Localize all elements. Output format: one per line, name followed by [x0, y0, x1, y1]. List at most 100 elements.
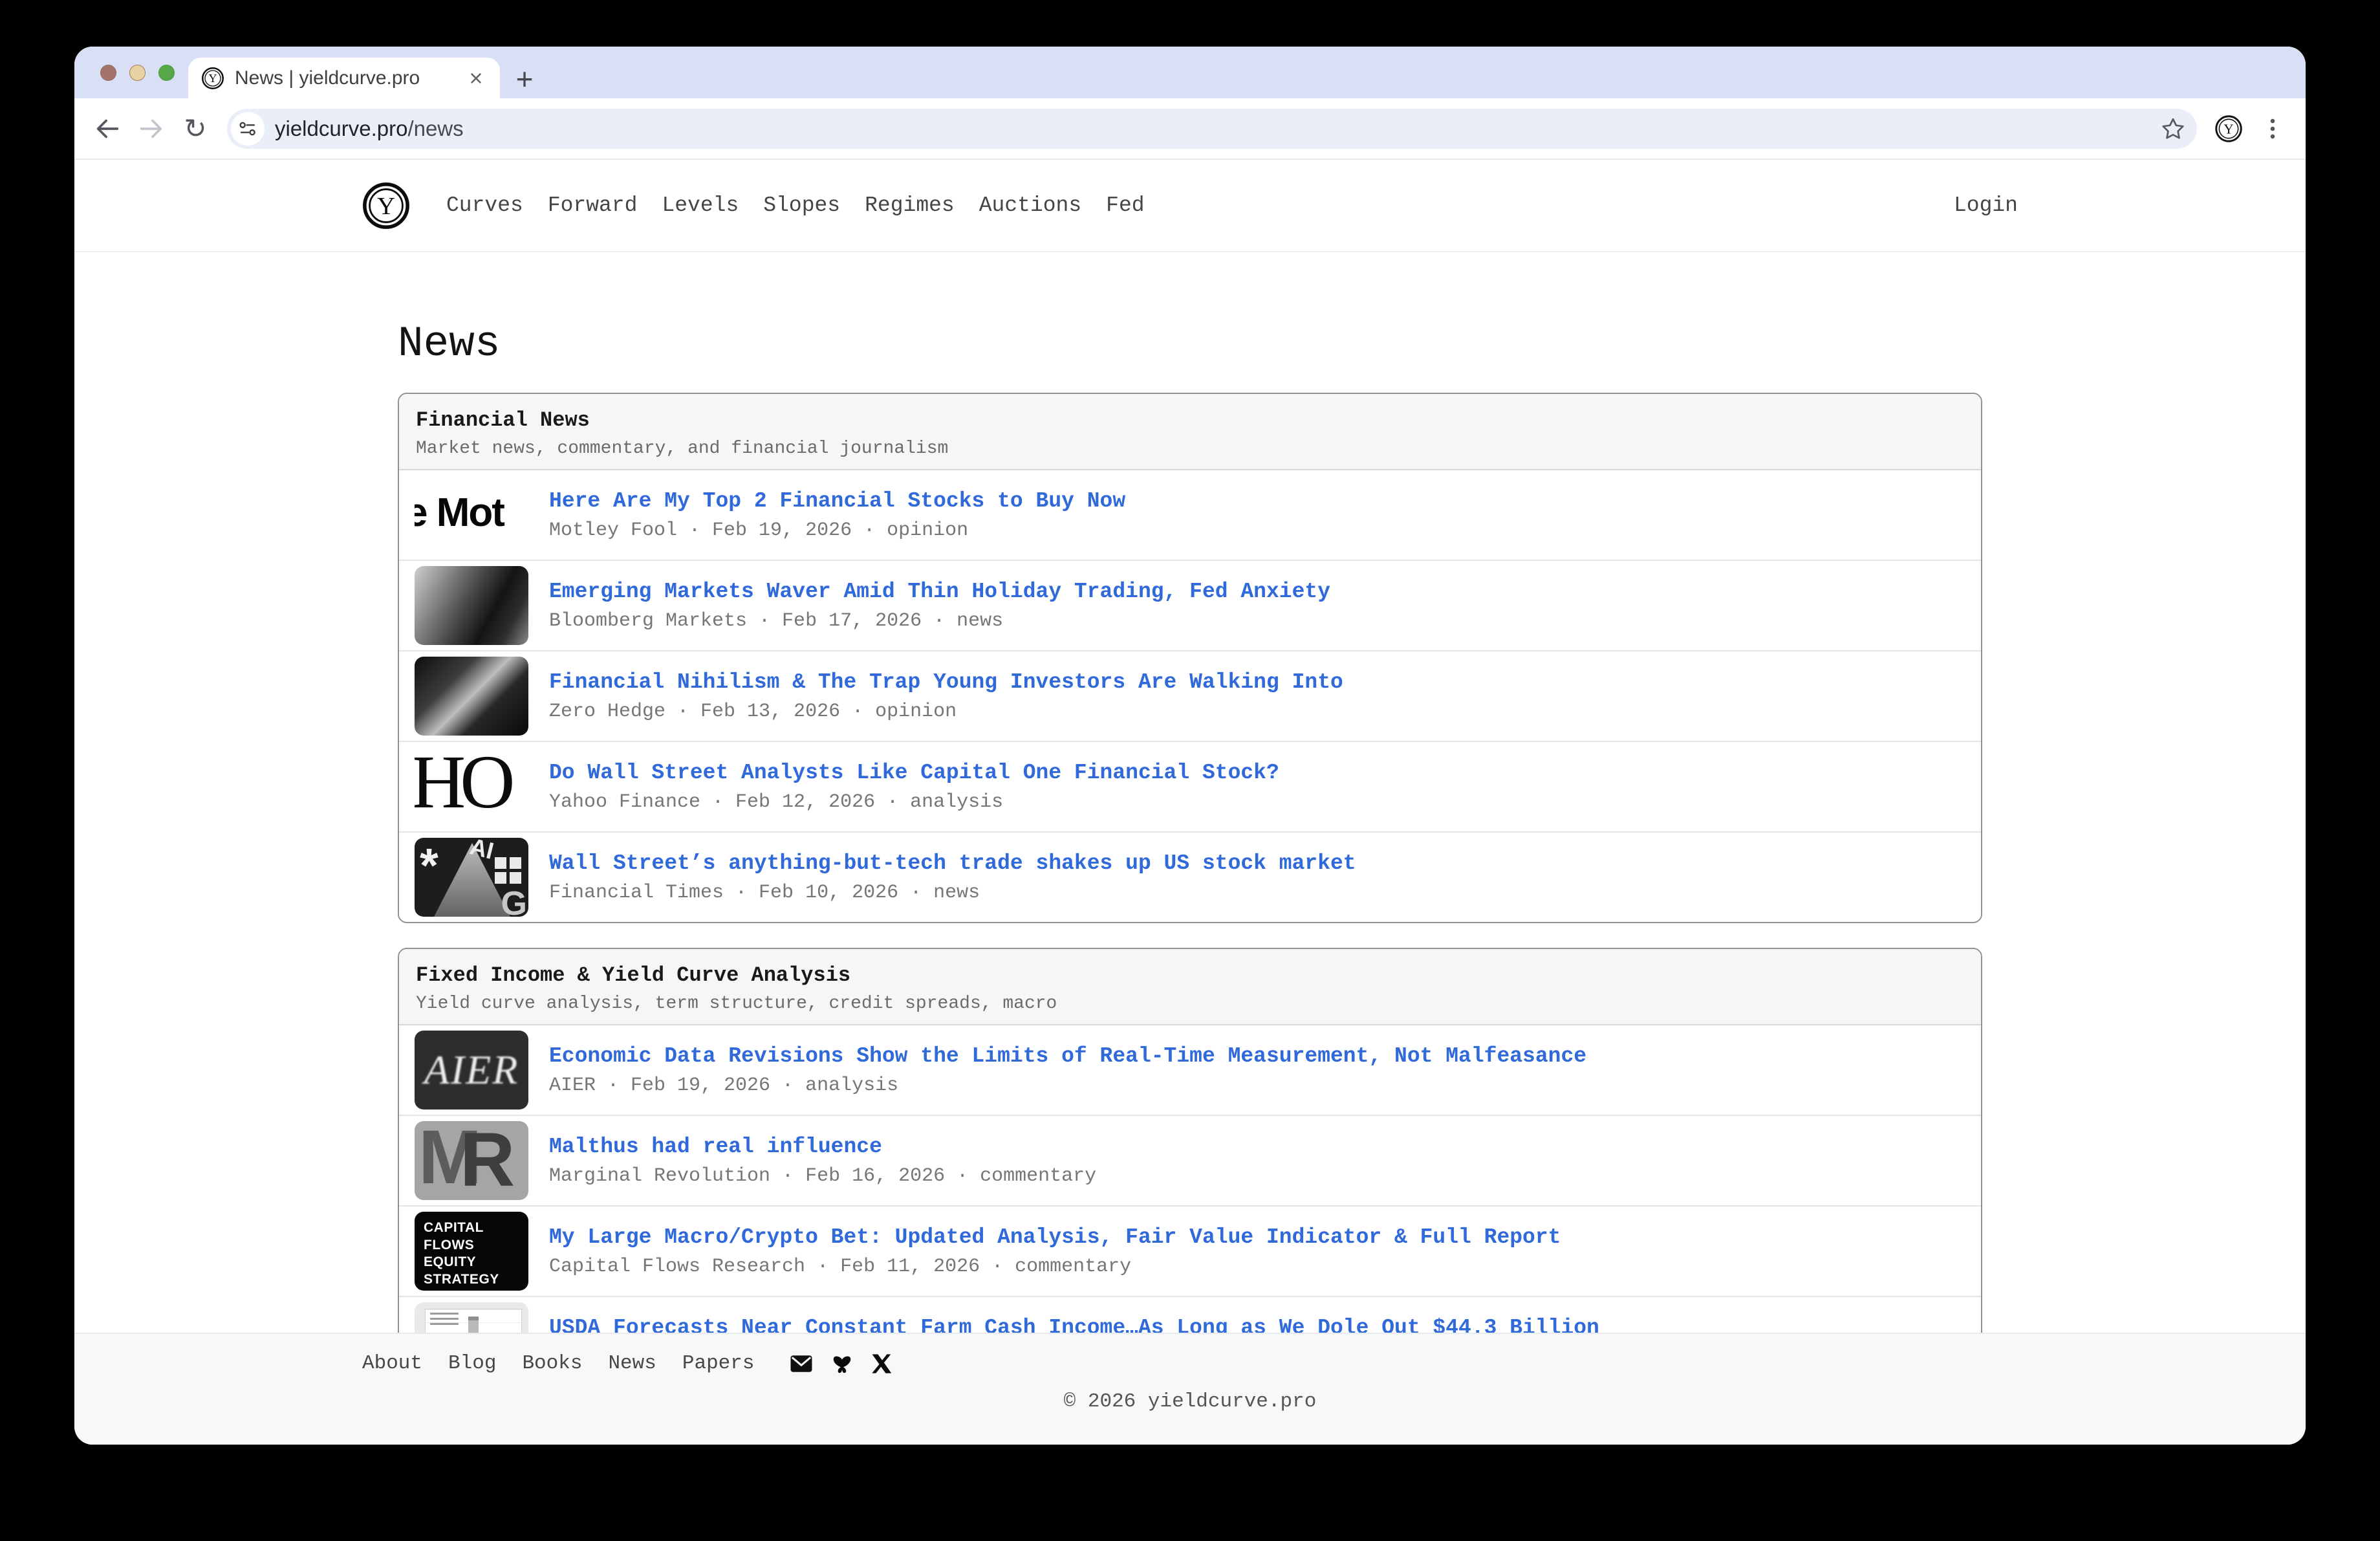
login-link[interactable]: Login — [1954, 193, 2018, 217]
footer-papers-link[interactable]: Papers — [682, 1352, 755, 1375]
svg-text:Y: Y — [209, 72, 217, 85]
x-icon[interactable] — [871, 1353, 892, 1374]
footer-social-icons — [790, 1353, 892, 1374]
article-thumbnail[interactable] — [415, 566, 528, 645]
article-meta: Bloomberg Markets · Feb 17, 2026 · news — [549, 609, 1004, 632]
tab-close-icon[interactable] — [465, 67, 487, 89]
reload-button[interactable]: ↻ — [177, 110, 214, 148]
site-logo-y-icon[interactable]: Y — [362, 182, 410, 230]
news-item: HO Do Wall Street Analysts Like Capital … — [399, 741, 1981, 831]
main-nav: Curves Forward Levels Slopes Regimes Auc… — [446, 193, 1145, 217]
chart-legend-graphic — [430, 1313, 459, 1328]
nav-forward[interactable]: Forward — [548, 193, 638, 217]
article-thumbnail[interactable]: MR — [415, 1121, 528, 1200]
article-link[interactable]: Do Wall Street Analysts Like Capital One… — [549, 761, 1279, 785]
browser-tab[interactable]: Y News | yieldcurve.pro — [188, 58, 500, 98]
bookmark-star-icon[interactable] — [2159, 115, 2187, 142]
maximize-window-button[interactable] — [158, 65, 175, 81]
section-header: Fixed Income & Yield Curve Analysis Yiel… — [399, 949, 1981, 1025]
footer-books-link[interactable]: Books — [522, 1352, 582, 1375]
section-subtitle: Market news, commentary, and financial j… — [416, 439, 949, 459]
walmart-spark-glyph: * — [420, 838, 438, 892]
nav-auctions[interactable]: Auctions — [979, 193, 1081, 217]
url-path: /news — [407, 116, 464, 140]
article-link[interactable]: My Large Macro/Crypto Bet: Updated Analy… — [549, 1225, 1561, 1249]
section-header: Financial News Market news, commentary, … — [399, 394, 1981, 470]
article-link[interactable]: Malthus had real influence — [549, 1135, 1096, 1159]
news-item: e Mot Here Are My Top 2 Financial Stocks… — [399, 470, 1981, 560]
article-meta: Yahoo Finance · Feb 12, 2026 · analysis — [549, 791, 1004, 813]
extension-button[interactable]: Y — [2210, 110, 2247, 148]
new-tab-button[interactable]: + — [506, 61, 543, 97]
section-fixed-income: Fixed Income & Yield Curve Analysis Yiel… — [398, 948, 1982, 1388]
article-link[interactable]: Financial Nihilism & The Trap Young Inve… — [549, 670, 1343, 694]
article-meta: Capital Flows Research · Feb 11, 2026 · … — [549, 1255, 1132, 1278]
url-domain: yieldcurve.pro — [275, 116, 408, 140]
browser-window: Y News | yieldcurve.pro + ↻ yieldcurve.p… — [74, 47, 2306, 1445]
site-header: Y Curves Forward Levels Slopes Regimes A… — [74, 160, 2306, 252]
article-link[interactable]: Economic Data Revisions Show the Limits … — [549, 1044, 1586, 1068]
back-arrow-icon — [96, 119, 119, 138]
page-title: News — [398, 320, 501, 368]
favicon-y-logo-icon: Y — [201, 67, 224, 89]
article-thumbnail[interactable]: AIER — [415, 1031, 528, 1109]
article-thumbnail[interactable]: e Mot — [415, 475, 528, 554]
section-financial-news: Financial News Market news, commentary, … — [398, 393, 1982, 923]
article-meta: Zero Hedge · Feb 13, 2026 · opinion — [549, 700, 957, 723]
footer-blog-link[interactable]: Blog — [448, 1352, 496, 1375]
article-link[interactable]: Emerging Markets Waver Amid Thin Holiday… — [549, 580, 1330, 604]
article-thumbnail[interactable]: * AI G — [415, 838, 528, 917]
svg-text:Y: Y — [377, 193, 395, 220]
address-bar[interactable]: yieldcurve.pro/news — [227, 108, 2197, 149]
site-footer: About Blog Books News Papers © 2026 yiel… — [74, 1333, 2306, 1445]
close-window-button[interactable] — [100, 65, 116, 81]
article-thumbnail[interactable]: CAPITAL FLOWS EQUITY STRATEGY — [415, 1212, 528, 1291]
nav-regimes[interactable]: Regimes — [865, 193, 955, 217]
article-thumbnail[interactable] — [415, 657, 528, 736]
yieldcurve-extension-icon: Y — [2215, 115, 2242, 142]
url-text[interactable]: yieldcurve.pro/news — [275, 116, 464, 141]
reload-icon: ↻ — [184, 112, 207, 144]
browser-tab-strip: Y News | yieldcurve.pro + — [74, 47, 2306, 98]
footer-nav: About Blog Books News Papers — [362, 1352, 2018, 1375]
google-g-glyph: G — [501, 885, 527, 917]
microsoft-squares-glyph — [495, 857, 522, 884]
svg-text:Y: Y — [2223, 121, 2233, 137]
article-meta: Marginal Revolution · Feb 16, 2026 · com… — [549, 1164, 1097, 1187]
article-meta: AIER · Feb 19, 2026 · analysis — [549, 1074, 899, 1097]
nav-slopes[interactable]: Slopes — [763, 193, 840, 217]
section-title: Financial News — [416, 408, 590, 432]
article-meta: Financial Times · Feb 10, 2026 · news — [549, 881, 980, 904]
news-item: * AI G Wall Street’s anything-but-tech t… — [399, 831, 1981, 922]
browser-toolbar: ↻ yieldcurve.pro/news Y — [74, 98, 2306, 160]
forward-arrow-icon — [140, 119, 162, 138]
minimize-window-button[interactable] — [129, 65, 146, 81]
news-item: CAPITAL FLOWS EQUITY STRATEGY My Large M… — [399, 1205, 1981, 1296]
nav-fed[interactable]: Fed — [1106, 193, 1144, 217]
browser-menu-button[interactable] — [2254, 110, 2291, 148]
email-icon[interactable] — [790, 1354, 813, 1373]
article-thumbnail[interactable]: HO — [415, 747, 528, 826]
section-subtitle: Yield curve analysis, term structure, cr… — [416, 994, 1057, 1014]
nav-curves[interactable]: Curves — [446, 193, 523, 217]
window-controls — [100, 65, 175, 81]
tune-icon — [239, 122, 255, 135]
three-dot-menu-icon — [2270, 118, 2275, 138]
article-link[interactable]: Wall Street’s anything-but-tech trade sh… — [549, 851, 1356, 875]
news-item: AIER Economic Data Revisions Show the Li… — [399, 1025, 1981, 1115]
forward-button[interactable] — [133, 110, 170, 148]
back-button[interactable] — [89, 110, 126, 148]
page-viewport: Y Curves Forward Levels Slopes Regimes A… — [74, 160, 2306, 1445]
news-item: Financial Nihilism & The Trap Young Inve… — [399, 650, 1981, 741]
article-link[interactable]: Here Are My Top 2 Financial Stocks to Bu… — [549, 489, 1125, 513]
footer-about-link[interactable]: About — [362, 1352, 422, 1375]
tab-title: News | yieldcurve.pro — [235, 67, 420, 89]
copyright-text: © 2026 yieldcurve.pro — [1063, 1390, 1317, 1413]
footer-news-link[interactable]: News — [608, 1352, 656, 1375]
news-item: Emerging Markets Waver Amid Thin Holiday… — [399, 560, 1981, 650]
news-item: MR Malthus had real influence Marginal R… — [399, 1115, 1981, 1205]
section-title: Fixed Income & Yield Curve Analysis — [416, 963, 851, 987]
bluesky-icon[interactable] — [831, 1353, 853, 1374]
site-settings-chip[interactable] — [231, 111, 265, 146]
nav-levels[interactable]: Levels — [662, 193, 739, 217]
